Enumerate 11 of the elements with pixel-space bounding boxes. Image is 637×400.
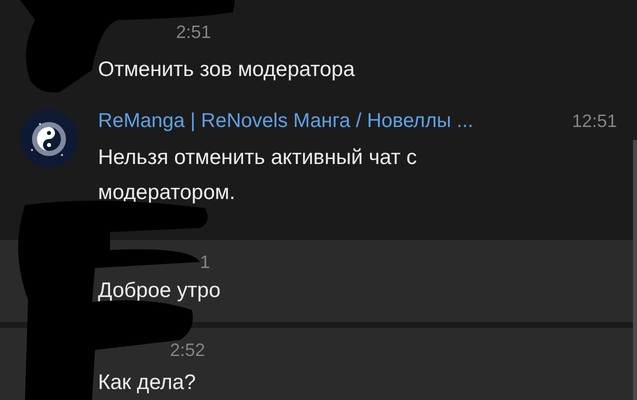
- message-time: 2:52: [170, 340, 206, 361]
- message-text: Отменить зов модератора: [98, 57, 356, 83]
- message-time: 1: [200, 252, 210, 273]
- message-text: Нельзя отменить активный чат с модератором.: [98, 145, 418, 206]
- message-text: Доброе утро: [98, 278, 222, 304]
- message-text: Как дела?: [98, 370, 197, 396]
- sender-name[interactable]: ReManga | ReNovels Манга / Новеллы ...: [98, 110, 572, 133]
- scrollbar[interactable]: [633, 140, 637, 400]
- avatar-icon[interactable]: [20, 110, 78, 168]
- message-time: 2:51: [176, 22, 212, 43]
- message-time: 12:51: [572, 111, 617, 132]
